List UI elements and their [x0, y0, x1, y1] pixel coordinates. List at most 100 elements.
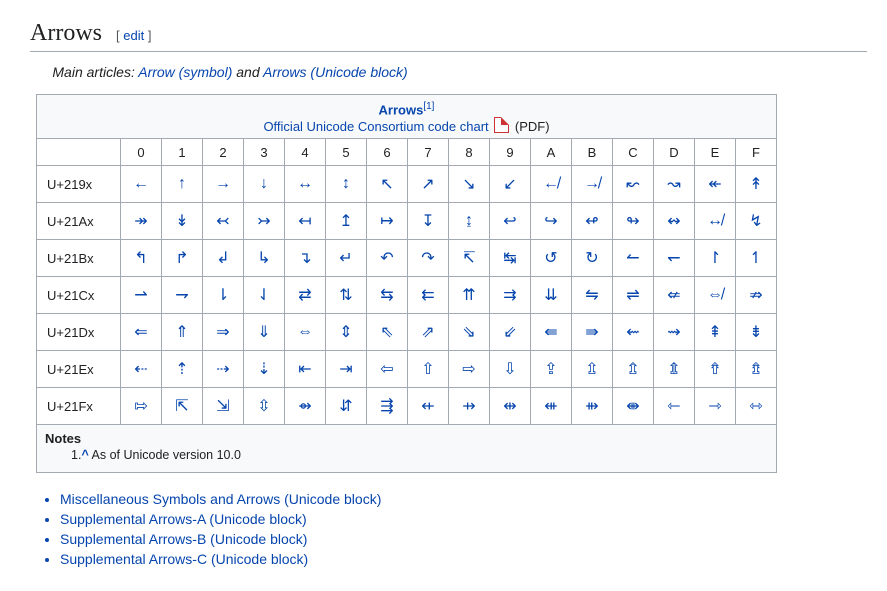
- glyph-cell[interactable]: ⇷: [408, 388, 449, 425]
- glyph-cell[interactable]: ↔: [285, 166, 326, 203]
- glyph-cell[interactable]: ⇶: [367, 388, 408, 425]
- glyph-cell[interactable]: ⇠: [121, 351, 162, 388]
- glyph-cell[interactable]: ↕: [326, 166, 367, 203]
- glyph-cell[interactable]: ⇰: [121, 388, 162, 425]
- glyph-cell[interactable]: ⇹: [490, 388, 531, 425]
- glyph-cell[interactable]: ⇡: [162, 351, 203, 388]
- glyph-cell[interactable]: ⇴: [285, 388, 326, 425]
- glyph-cell[interactable]: ⇓: [244, 314, 285, 351]
- glyph-cell[interactable]: ↣: [244, 203, 285, 240]
- glyph-cell[interactable]: ⇻: [572, 388, 613, 425]
- glyph-cell[interactable]: ←: [121, 166, 162, 203]
- glyph-cell[interactable]: ⇍: [654, 277, 695, 314]
- glyph-cell[interactable]: ⇾: [695, 388, 736, 425]
- glyph-cell[interactable]: ⇌: [613, 277, 654, 314]
- glyph-cell[interactable]: ↢: [203, 203, 244, 240]
- glyph-cell[interactable]: ↯: [736, 203, 777, 240]
- glyph-cell[interactable]: ⇼: [613, 388, 654, 425]
- glyph-cell[interactable]: ⇂: [203, 277, 244, 314]
- chart-subtitle-link[interactable]: Official Unicode Consortium code chart: [263, 119, 488, 134]
- glyph-cell[interactable]: ⇣: [244, 351, 285, 388]
- glyph-cell[interactable]: ↖: [367, 166, 408, 203]
- glyph-cell[interactable]: ⇖: [367, 314, 408, 351]
- hatnote-link-1[interactable]: Arrow (symbol): [138, 64, 232, 80]
- glyph-cell[interactable]: ↰: [121, 240, 162, 277]
- glyph-cell[interactable]: ↝: [654, 166, 695, 203]
- glyph-cell[interactable]: ⇥: [326, 351, 367, 388]
- glyph-cell[interactable]: ⇱: [162, 388, 203, 425]
- glyph-cell[interactable]: ⇺: [531, 388, 572, 425]
- glyph-cell[interactable]: ⇤: [285, 351, 326, 388]
- glyph-cell[interactable]: ⇐: [121, 314, 162, 351]
- glyph-cell[interactable]: ↾: [695, 240, 736, 277]
- glyph-cell[interactable]: ↥: [326, 203, 367, 240]
- glyph-cell[interactable]: ↙: [490, 166, 531, 203]
- glyph-cell[interactable]: ↱: [162, 240, 203, 277]
- glyph-cell[interactable]: ↘: [449, 166, 490, 203]
- glyph-cell[interactable]: ⇅: [326, 277, 367, 314]
- glyph-cell[interactable]: ⇲: [203, 388, 244, 425]
- glyph-cell[interactable]: ⇝: [654, 314, 695, 351]
- glyph-cell[interactable]: ⇩: [490, 351, 531, 388]
- glyph-cell[interactable]: ⇬: [613, 351, 654, 388]
- glyph-cell[interactable]: ⇑: [162, 314, 203, 351]
- glyph-cell[interactable]: ⇋: [572, 277, 613, 314]
- chart-title-link[interactable]: Arrows: [379, 102, 424, 117]
- glyph-cell[interactable]: ⇘: [449, 314, 490, 351]
- glyph-cell[interactable]: ⇭: [654, 351, 695, 388]
- glyph-cell[interactable]: ⇛: [572, 314, 613, 351]
- glyph-cell[interactable]: ⇢: [203, 351, 244, 388]
- glyph-cell[interactable]: ⇮: [695, 351, 736, 388]
- glyph-cell[interactable]: ↩: [490, 203, 531, 240]
- glyph-cell[interactable]: ↲: [203, 240, 244, 277]
- glyph-cell[interactable]: ⇔: [285, 314, 326, 351]
- glyph-cell[interactable]: ⇨: [449, 351, 490, 388]
- glyph-cell[interactable]: ↨: [449, 203, 490, 240]
- glyph-cell[interactable]: ⇫: [572, 351, 613, 388]
- glyph-cell[interactable]: ⇸: [449, 388, 490, 425]
- glyph-cell[interactable]: ↜: [613, 166, 654, 203]
- see-also-link[interactable]: Miscellaneous Symbols and Arrows (Unicod…: [60, 491, 381, 507]
- glyph-cell[interactable]: ⇧: [408, 351, 449, 388]
- glyph-cell[interactable]: ⇳: [244, 388, 285, 425]
- glyph-cell[interactable]: ↷: [408, 240, 449, 277]
- glyph-cell[interactable]: ↤: [285, 203, 326, 240]
- glyph-cell[interactable]: ⇕: [326, 314, 367, 351]
- glyph-cell[interactable]: ⇎: [695, 277, 736, 314]
- glyph-cell[interactable]: ⇜: [613, 314, 654, 351]
- glyph-cell[interactable]: ⇵: [326, 388, 367, 425]
- pdf-icon[interactable]: [494, 117, 509, 133]
- glyph-cell[interactable]: ⇃: [244, 277, 285, 314]
- glyph-cell[interactable]: ⇊: [531, 277, 572, 314]
- glyph-cell[interactable]: ⇈: [449, 277, 490, 314]
- glyph-cell[interactable]: ↻: [572, 240, 613, 277]
- glyph-cell[interactable]: ⇀: [121, 277, 162, 314]
- glyph-cell[interactable]: ↶: [367, 240, 408, 277]
- glyph-cell[interactable]: ⇿: [736, 388, 777, 425]
- see-also-link[interactable]: Supplemental Arrows-C (Unicode block): [60, 551, 308, 567]
- glyph-cell[interactable]: ⇇: [408, 277, 449, 314]
- glyph-cell[interactable]: ↟: [736, 166, 777, 203]
- glyph-cell[interactable]: ↧: [408, 203, 449, 240]
- glyph-cell[interactable]: ↭: [654, 203, 695, 240]
- notes-backref[interactable]: ^: [81, 448, 88, 462]
- glyph-cell[interactable]: ↓: [244, 166, 285, 203]
- glyph-cell[interactable]: ⇪: [531, 351, 572, 388]
- glyph-cell[interactable]: ⇙: [490, 314, 531, 351]
- glyph-cell[interactable]: ↽: [654, 240, 695, 277]
- glyph-cell[interactable]: ⇆: [367, 277, 408, 314]
- glyph-cell[interactable]: ⇄: [285, 277, 326, 314]
- glyph-cell[interactable]: ↬: [613, 203, 654, 240]
- glyph-cell[interactable]: ⇗: [408, 314, 449, 351]
- glyph-cell[interactable]: ⇦: [367, 351, 408, 388]
- glyph-cell[interactable]: ↸: [449, 240, 490, 277]
- hatnote-link-2[interactable]: Arrows (Unicode block): [263, 64, 408, 80]
- glyph-cell[interactable]: ↳: [244, 240, 285, 277]
- glyph-cell[interactable]: ↪: [531, 203, 572, 240]
- glyph-cell[interactable]: ⇯: [736, 351, 777, 388]
- glyph-cell[interactable]: ↹: [490, 240, 531, 277]
- glyph-cell[interactable]: ↺: [531, 240, 572, 277]
- glyph-cell[interactable]: ⇞: [695, 314, 736, 351]
- glyph-cell[interactable]: ↠: [121, 203, 162, 240]
- see-also-link[interactable]: Supplemental Arrows-B (Unicode block): [60, 531, 307, 547]
